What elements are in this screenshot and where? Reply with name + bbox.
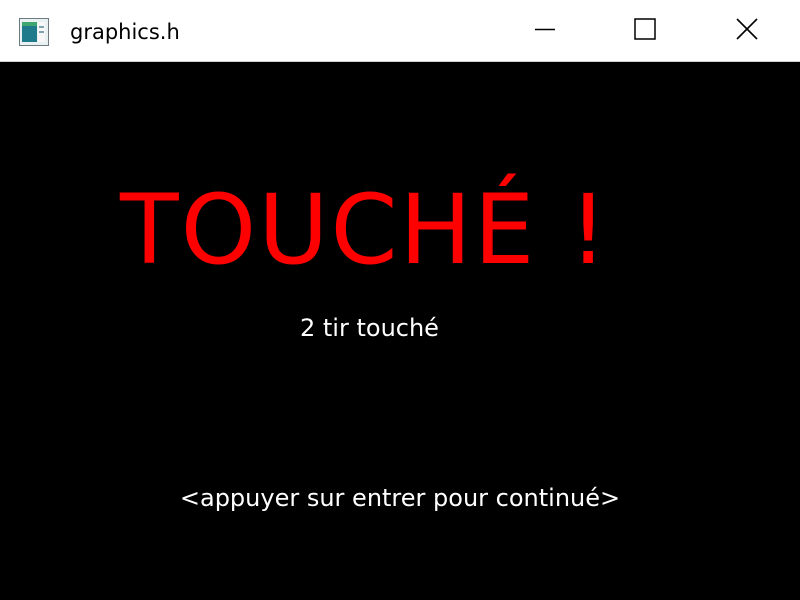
hit-count-text: 2 tir touché (300, 314, 439, 342)
title-bar[interactable]: graphics.h (0, 0, 800, 62)
maximize-icon (634, 17, 656, 45)
window-title: graphics.h (70, 20, 180, 44)
close-button[interactable] (697, 0, 797, 62)
minimize-icon (534, 18, 556, 45)
close-icon (735, 17, 759, 46)
app-window: graphics.h TOUCHÉ ! 2 tir touché <appuye… (0, 0, 800, 600)
graphics-app-icon (19, 18, 49, 46)
minimize-button[interactable] (495, 0, 595, 62)
hit-headline: TOUCHÉ ! (120, 174, 610, 286)
maximize-button[interactable] (595, 0, 695, 62)
continue-prompt: <appuyer sur entrer pour continué> (179, 484, 621, 512)
